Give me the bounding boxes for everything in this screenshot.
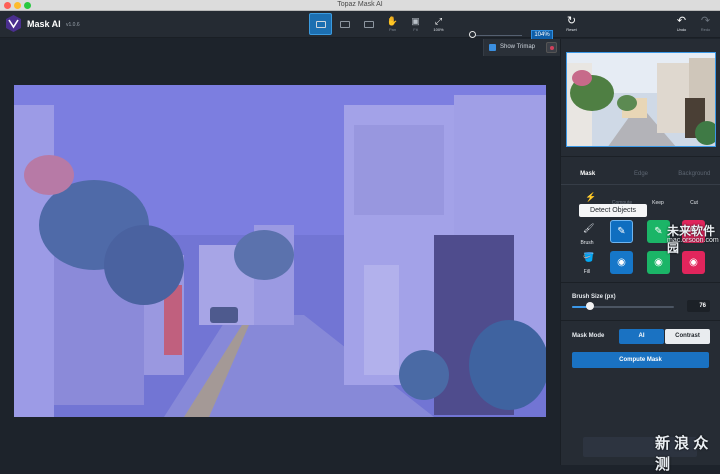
fill-bucket-icon[interactable]: 🪣 (583, 252, 594, 263)
cut-fill-icon: ◉ (689, 257, 698, 268)
image-canvas[interactable]: Show Trimap (0, 39, 560, 465)
corner-watermark: 新 浪 众 测 (655, 435, 709, 473)
undo-button[interactable]: ↶ Undo (670, 13, 693, 35)
redo-button[interactable]: ↷ Redo (694, 13, 717, 35)
street-photo-image (14, 85, 546, 417)
zoom-slider-handle[interactable] (469, 31, 476, 38)
detect-objects-tooltip: Detect Objects (579, 204, 647, 217)
compute-fill-button[interactable]: ◉ (610, 251, 633, 274)
reset-icon: ↻ (566, 14, 577, 27)
panel-divider (561, 156, 720, 157)
tab-edge[interactable]: Edge (614, 163, 667, 184)
app-version: v1.0.6 (66, 22, 80, 28)
show-trimap-toggle[interactable]: Show Trimap (483, 39, 560, 56)
undo-icon: ↶ (676, 14, 687, 27)
fit-button[interactable]: ▣ Fit (404, 13, 427, 35)
split-view-button[interactable] (333, 13, 356, 35)
zoom-100-button[interactable]: ⤢ 100% (427, 13, 450, 35)
zoom-slider-track[interactable] (472, 35, 522, 36)
panel-divider (561, 282, 720, 283)
reset-button[interactable]: ↻ Reset (560, 13, 583, 35)
fit-screen-icon: ▣ (411, 15, 420, 26)
side-by-side-button[interactable] (357, 13, 380, 35)
redo-icon: ↷ (700, 14, 711, 27)
tab-mask[interactable]: Mask (561, 163, 614, 184)
pan-label: Pan (388, 26, 397, 32)
side-by-side-icon (363, 20, 374, 28)
split-view-icon (339, 20, 350, 28)
lightning-brush-icon: ✎ (617, 226, 626, 237)
panel-divider (561, 320, 720, 321)
compute-fill-icon: ◉ (617, 257, 626, 268)
topaz-logo-icon (6, 15, 21, 32)
mask-mode-contrast-button[interactable]: Contrast (665, 329, 710, 344)
trimap-label: Show Trimap (500, 44, 536, 50)
watermark-url: mac.orsoon.com (667, 237, 719, 244)
navigator-thumbnail[interactable] (566, 52, 716, 147)
thumbnail-image (567, 53, 715, 146)
undo-label: Undo (676, 26, 687, 32)
single-view-button[interactable] (309, 13, 332, 35)
brush-size-slider-handle[interactable] (586, 302, 595, 310)
expand-icon: ⤢ (434, 15, 443, 26)
brush-icon[interactable]: 🖌 (583, 223, 594, 234)
brush-size-label: Brush Size (px) (572, 294, 616, 300)
panel-tabs: Mask Edge Background (561, 163, 720, 185)
tab-background[interactable]: Background (668, 163, 720, 184)
trimap-color-swatch[interactable] (546, 42, 557, 53)
lightning-icon[interactable]: ⚡ (585, 192, 596, 203)
masked-photo[interactable] (14, 85, 546, 417)
window-title: Topaz Mask AI (337, 1, 383, 8)
keep-brush-icon: ✎ (654, 226, 663, 237)
compute-brush-button[interactable]: ✎ (610, 220, 633, 243)
reset-label: Reset (566, 26, 577, 32)
keep-fill-icon: ◉ (654, 257, 663, 268)
mask-mode-label: Mask Mode (572, 333, 605, 339)
fit-label: Fit (413, 26, 418, 32)
cut-tool-label[interactable]: Cut (681, 200, 707, 206)
window-title-bar: Topaz Mask AI (0, 0, 720, 11)
mask-mode-ai-button[interactable]: AI (619, 329, 664, 344)
pan-button[interactable]: ✋ Pan (381, 13, 404, 35)
main-toolbar: Mask AI v1.0.6 ✋ Pan ▣ Fit ⤢ 100% 104% ↻… (0, 11, 720, 41)
keep-tool-label[interactable]: Keep (645, 200, 671, 206)
redo-label: Redo (700, 26, 711, 32)
hand-icon: ✋ (386, 15, 399, 26)
single-view-icon (315, 20, 326, 28)
brush-size-value[interactable]: 76 (687, 300, 710, 312)
compute-mask-button[interactable]: Compute Mask (572, 352, 709, 368)
trimap-checkbox[interactable] (489, 44, 496, 51)
app-name: Mask AI (27, 19, 61, 29)
brush-label: Brush (580, 240, 594, 246)
zoom-100-label: 100% (433, 26, 444, 32)
fill-label: Fill (583, 269, 591, 275)
